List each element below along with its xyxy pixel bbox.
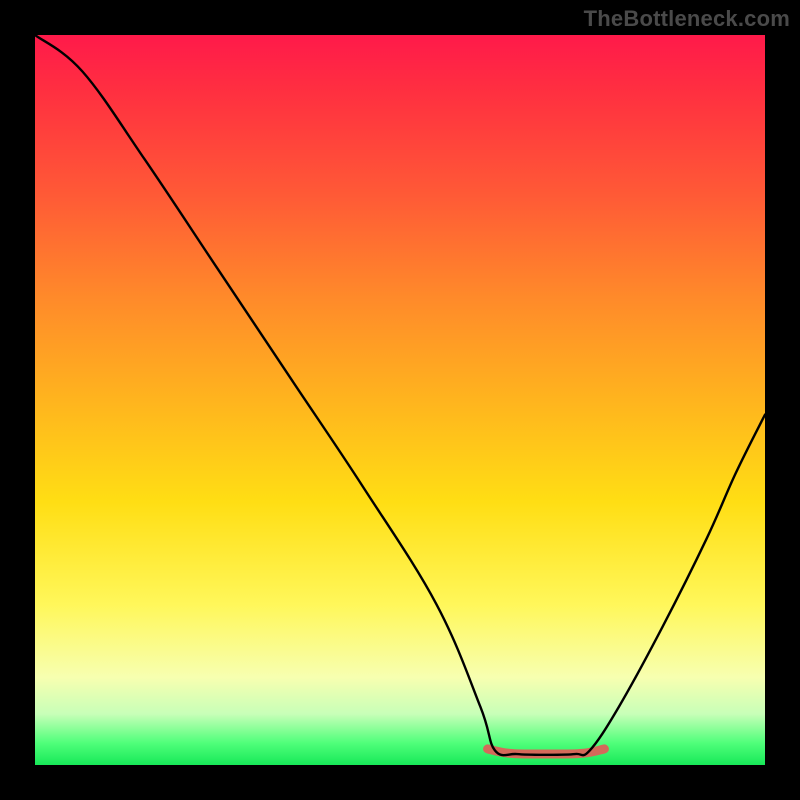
curve-layer (35, 35, 765, 765)
main-curve-path (35, 35, 765, 755)
chart-frame: TheBottleneck.com (0, 0, 800, 800)
plot-area (35, 35, 765, 765)
watermark-text: TheBottleneck.com (584, 6, 790, 32)
